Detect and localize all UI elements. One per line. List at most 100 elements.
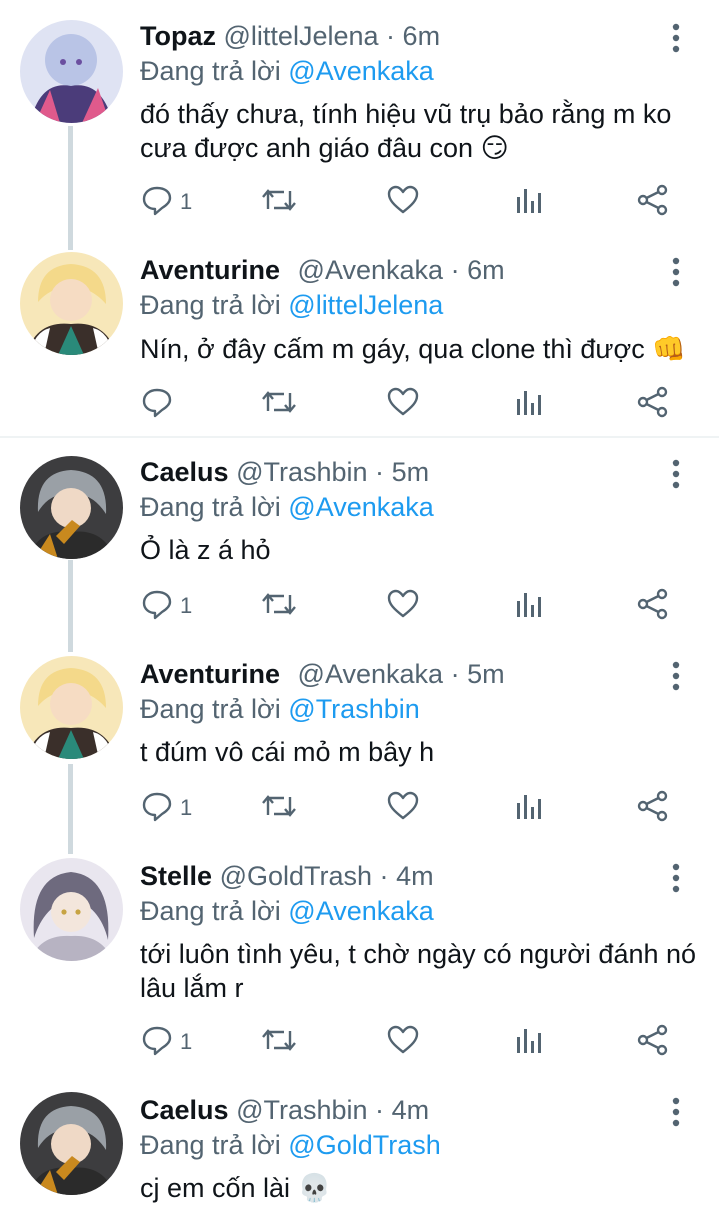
like-button[interactable] bbox=[386, 588, 420, 624]
views-button[interactable] bbox=[514, 790, 544, 826]
share-icon bbox=[636, 1023, 670, 1062]
reply-icon bbox=[140, 1023, 174, 1062]
avatar[interactable] bbox=[20, 1092, 123, 1195]
retweet-button[interactable] bbox=[260, 1024, 298, 1060]
replying-to-label: Đang trả lời bbox=[140, 896, 281, 926]
heart-icon bbox=[386, 183, 420, 222]
share-button[interactable] bbox=[636, 790, 670, 826]
reply-icon bbox=[140, 183, 174, 222]
heart-icon bbox=[386, 385, 420, 424]
replying-to: Đang trả lời @littelJelena bbox=[140, 289, 443, 321]
avatar[interactable] bbox=[20, 20, 123, 123]
tweet-header: Aventurine @Avenkaka · 6m bbox=[140, 254, 505, 286]
share-icon bbox=[636, 587, 670, 626]
share-button[interactable] bbox=[636, 1024, 670, 1060]
thread-line bbox=[68, 560, 73, 652]
tweet-text: cj em cốn lài 💀 bbox=[140, 1173, 332, 1203]
action-bar bbox=[140, 386, 680, 422]
share-button[interactable] bbox=[636, 386, 670, 422]
more-icon[interactable] bbox=[664, 20, 688, 56]
reply-icon bbox=[140, 587, 174, 626]
reply-button[interactable]: 1 bbox=[140, 1024, 192, 1060]
heart-icon bbox=[386, 789, 420, 828]
timestamp[interactable]: 5m bbox=[392, 457, 430, 487]
views-button[interactable] bbox=[514, 1024, 544, 1060]
tweet-text: Ỏ là z á hỏ bbox=[140, 535, 271, 565]
reply-button[interactable] bbox=[140, 386, 180, 422]
display-name[interactable]: Stelle bbox=[140, 861, 212, 891]
thread-line bbox=[68, 126, 73, 250]
reply-button[interactable]: 1 bbox=[140, 184, 192, 220]
retweet-button[interactable] bbox=[260, 386, 298, 422]
tweet-text: tới luôn tình yêu, t chờ ngày có người đ… bbox=[140, 939, 697, 1003]
mention-link[interactable]: @littelJelena bbox=[288, 290, 443, 320]
views-icon bbox=[514, 587, 544, 626]
like-button[interactable] bbox=[386, 1024, 420, 1060]
separator-dot: · bbox=[450, 659, 460, 689]
views-button[interactable] bbox=[514, 184, 544, 220]
timestamp[interactable]: 4m bbox=[392, 1095, 430, 1125]
reply-count: 1 bbox=[180, 593, 193, 618]
timestamp[interactable]: 4m bbox=[396, 861, 434, 891]
mention-link[interactable]: @Trashbin bbox=[288, 694, 419, 724]
more-icon[interactable] bbox=[664, 254, 688, 290]
display-name[interactable]: Aventurine bbox=[140, 255, 280, 285]
more-icon[interactable] bbox=[664, 456, 688, 492]
display-name[interactable]: Aventurine bbox=[140, 659, 280, 689]
separator-dot: · bbox=[379, 861, 389, 891]
more-icon[interactable] bbox=[664, 658, 688, 694]
more-icon[interactable] bbox=[664, 860, 688, 896]
like-button[interactable] bbox=[386, 184, 420, 220]
user-handle[interactable]: @GoldTrash bbox=[220, 861, 372, 891]
timestamp[interactable]: 6m bbox=[403, 21, 441, 51]
avatar[interactable] bbox=[20, 858, 123, 961]
reply-count: 1 bbox=[180, 1029, 193, 1054]
action-bar: 1 bbox=[140, 1024, 680, 1060]
mention-link[interactable]: @Avenkaka bbox=[288, 896, 434, 926]
tweet-text: Nín, ở đây cấm m gáy, qua clone thì được… bbox=[140, 334, 686, 364]
views-button[interactable] bbox=[514, 588, 544, 624]
replying-to-label: Đang trả lời bbox=[140, 1130, 281, 1160]
replying-to: Đang trả lời @Avenkaka bbox=[140, 55, 434, 87]
retweet-button[interactable] bbox=[260, 184, 298, 220]
display-name[interactable]: Caelus bbox=[140, 1095, 229, 1125]
user-handle[interactable]: @Trashbin bbox=[236, 1095, 367, 1125]
mention-link[interactable]: @Avenkaka bbox=[288, 492, 434, 522]
replying-to-label: Đang trả lời bbox=[140, 56, 281, 86]
section-divider bbox=[0, 436, 719, 438]
views-button[interactable] bbox=[514, 386, 544, 422]
user-handle[interactable]: @littelJelena bbox=[224, 21, 379, 51]
views-icon bbox=[514, 1023, 544, 1062]
heart-icon bbox=[386, 587, 420, 626]
user-handle[interactable]: @Trashbin bbox=[236, 457, 367, 487]
timestamp[interactable]: 5m bbox=[467, 659, 505, 689]
share-button[interactable] bbox=[636, 588, 670, 624]
timestamp[interactable]: 6m bbox=[467, 255, 505, 285]
share-icon bbox=[636, 385, 670, 424]
like-button[interactable] bbox=[386, 386, 420, 422]
action-bar: 1 bbox=[140, 790, 680, 826]
heart-icon bbox=[386, 1023, 420, 1062]
retweet-button[interactable] bbox=[260, 790, 298, 826]
mention-link[interactable]: @Avenkaka bbox=[288, 56, 434, 86]
tweet-text: đó thấy chưa, tính hiệu vũ trụ bảo rằng … bbox=[140, 99, 672, 163]
reply-button[interactable]: 1 bbox=[140, 790, 192, 826]
reply-button[interactable]: 1 bbox=[140, 588, 192, 624]
display-name[interactable]: Caelus bbox=[140, 457, 229, 487]
share-button[interactable] bbox=[636, 184, 670, 220]
display-name[interactable]: Topaz bbox=[140, 21, 216, 51]
like-button[interactable] bbox=[386, 790, 420, 826]
avatar[interactable] bbox=[20, 252, 123, 355]
user-handle[interactable]: @Avenkaka bbox=[298, 255, 444, 285]
replying-to-label: Đang trả lời bbox=[140, 694, 281, 724]
retweet-button[interactable] bbox=[260, 588, 298, 624]
views-icon bbox=[514, 385, 544, 424]
retweet-icon bbox=[260, 385, 298, 424]
tweet-header: Topaz @littelJelena · 6m bbox=[140, 20, 440, 52]
user-handle[interactable]: @Avenkaka bbox=[298, 659, 444, 689]
tweet-text: t đúm vô cái mỏ m bây h bbox=[140, 737, 435, 767]
avatar[interactable] bbox=[20, 656, 123, 759]
more-icon[interactable] bbox=[664, 1094, 688, 1130]
mention-link[interactable]: @GoldTrash bbox=[288, 1130, 440, 1160]
avatar[interactable] bbox=[20, 456, 123, 559]
